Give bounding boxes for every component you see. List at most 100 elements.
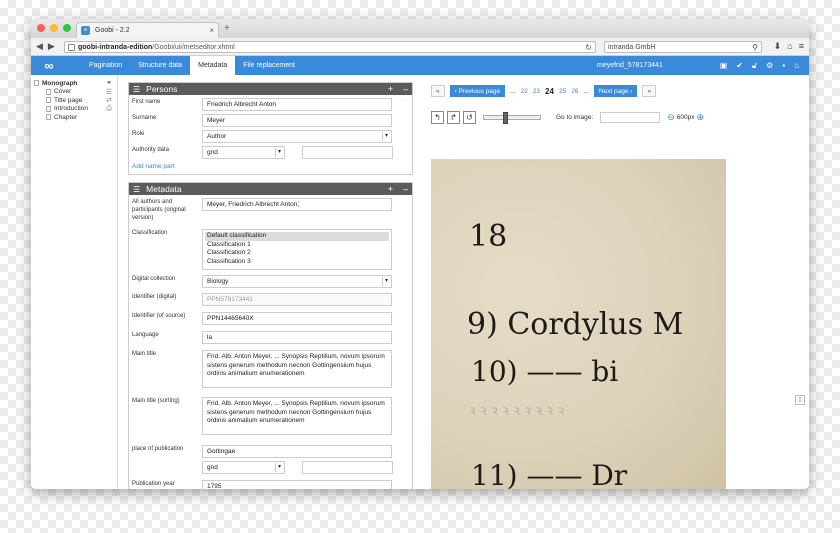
tab-structure-data[interactable]: Structure data [130,56,190,75]
page-link[interactable]: 26 [571,88,578,95]
digital-collection-select[interactable]: Biology ▾ [202,275,392,288]
tree-item-monograph[interactable]: Monograph ⚭ [34,79,114,88]
first-name-label: First name [132,99,161,105]
authority-id-input[interactable] [302,146,393,159]
download-icon[interactable]: ⬇ [774,41,782,52]
row-actions-icon[interactable]: ◦ ◦ [402,98,408,104]
role-select[interactable]: Author ▾ [202,130,392,143]
add-icon[interactable]: + [388,84,393,94]
bleed-through-text: ꝛ ꝛ ꝛ ꝛ ꝛ ꝛ ꝛ ꝛ ꝛ [469,403,565,419]
tab-title: Goobi - 2.2 [95,27,130,34]
home-icon[interactable]: ⌂ [787,41,792,52]
surname-label: Surname [132,115,157,121]
back-icon[interactable]: ◀ [36,41,43,52]
authors-input[interactable]: Meyer, Friedrich Albrecht Anton; [202,198,392,211]
tree-item-label: Monograph [42,79,78,87]
language-input[interactable]: la [202,331,392,344]
reload-icon[interactable]: ↻ [585,43,592,52]
close-tab-icon[interactable]: × [209,26,214,35]
url-bar: ◀ ▶ goobi-intranda-edition /Goobi/uii/me… [31,38,809,56]
identifier-source-input[interactable]: PPN14465640X [202,312,392,325]
collapse-icon[interactable]: – [403,184,408,194]
images-icon[interactable]: ▣ [720,56,728,75]
classification-option[interactable]: Classification 3 [205,258,389,267]
tab-metadata[interactable]: Metadata [190,56,236,75]
close-window-button[interactable] [37,24,45,32]
next-page-button[interactable]: Next page › [593,85,638,97]
tab-file-replacement[interactable]: File replacement [235,56,303,75]
home-icon[interactable]: ⌂ [794,56,799,75]
surname-input[interactable]: Meyer [202,114,392,127]
page-link[interactable]: 23 [533,88,540,95]
tree-item-title-page[interactable]: Title page ⇄ [34,96,114,105]
authority-label: Authority data [132,147,170,153]
structure-tree: Monograph ⚭ Cover ☰ Title page ⇄ Introdu… [31,75,118,489]
tree-item-cover[interactable]: Cover ☰ [34,88,114,97]
browser-tab[interactable]: ∞ Goobi - 2.2 × [76,22,219,38]
collapse-icon[interactable]: – [403,84,408,94]
page-icon [68,43,75,51]
classification-listbox[interactable]: Default classification Classification 1 … [202,229,392,270]
tree-item-chapter[interactable]: Chapter [34,113,114,122]
tree-item-introduction[interactable]: Introduction ⎙ [34,105,114,114]
first-name-input[interactable]: Friedrich Albrecht Anton [202,98,392,111]
chevron-down-icon: ▾ [275,463,283,472]
browser-window: ∞ Goobi - 2.2 × + ◀ ▶ goobi-intranda-edi… [31,19,809,489]
maximize-window-button[interactable] [63,24,71,32]
search-icon[interactable]: ⚲ [752,43,758,52]
last-page-button[interactable]: » [642,85,657,97]
page-link[interactable]: 22 [521,88,528,95]
authority-select[interactable]: gnd ▾ [202,146,285,159]
search-field[interactable]: intranda GmbH ⚲ [604,41,762,53]
document-icon [46,105,51,112]
rotate-left-icon[interactable]: ↰ [431,111,444,124]
classification-option[interactable]: Default classification [205,232,389,241]
classification-option[interactable]: Classification 2 [205,249,389,258]
hamburger-menu-icon[interactable]: ≡ [799,41,804,52]
place-authority-value: gnd [207,464,218,471]
zoom-in-icon[interactable]: ⊕ [696,112,704,123]
reset-rotation-icon[interactable]: ↺ [463,111,476,124]
gear-icon[interactable]: ⚙ [766,56,773,75]
chevron-down-icon: ▾ [275,148,283,157]
zoom-out-icon[interactable]: ⊖ [667,112,675,123]
goobi-logo[interactable]: ∞ [31,58,67,73]
minimize-window-button[interactable] [50,24,58,32]
page-link[interactable]: 25 [559,88,566,95]
forward-icon[interactable]: ▶ [48,41,55,52]
year-input[interactable]: 1795 [202,480,392,489]
new-tab-icon[interactable]: + [224,23,230,34]
document-icon [34,80,39,87]
search-engine-text: intranda GmbH [608,43,656,51]
previous-page-button[interactable]: ‹ Previous page [449,85,506,97]
zoom-slider[interactable] [483,112,541,124]
address-field[interactable]: goobi-intranda-edition /Goobi/uii/metsed… [64,41,596,53]
pagination-ellipsis: ... [510,87,516,95]
main-title-textarea[interactable]: Frid. Alb. Anton Meyer, ... Synopsis Rep… [202,350,392,388]
add-icon[interactable]: + [388,184,393,194]
main-title-sorting-textarea[interactable]: Frid. Alb. Anton Meyer, ... Synopsis Rep… [202,397,392,435]
unlock-icon[interactable]: 🔓︎ [752,56,757,75]
place-authority-id-input[interactable] [302,461,393,474]
place-authority-select[interactable]: gnd ▾ [202,461,285,474]
goto-image-input[interactable] [600,112,661,123]
document-icon [46,114,51,121]
first-page-button[interactable]: « [431,85,445,97]
link-icon[interactable]: ⚭ [106,79,112,87]
browser-tab-bar: ∞ Goobi - 2.2 × + [31,19,809,38]
scanned-page-image[interactable]: 18 9) Cordylus M 10) —— bi 11) —— Dr ꝛ ꝛ… [431,159,726,489]
bookmark-icon[interactable]: ▯ [795,395,805,405]
scan-line: 18 [469,219,508,254]
move-icon[interactable]: ⇄ [106,96,112,104]
place-input[interactable]: Gottingae [202,445,392,458]
save-icon[interactable]: ▪ [782,56,785,75]
rotate-right-icon[interactable]: ↱ [447,111,460,124]
authors-label: All authors and participants (original v… [132,199,186,221]
zoom-slider-handle[interactable] [502,112,508,124]
tab-pagination[interactable]: Pagination [81,56,130,75]
classification-option[interactable]: Classification 1 [205,241,389,250]
check-icon[interactable]: ✔ [736,56,743,75]
list-icon[interactable]: ☰ [106,88,112,96]
add-name-part-link[interactable]: Add name part [132,163,175,170]
print-icon[interactable]: ⎙ [106,105,112,113]
